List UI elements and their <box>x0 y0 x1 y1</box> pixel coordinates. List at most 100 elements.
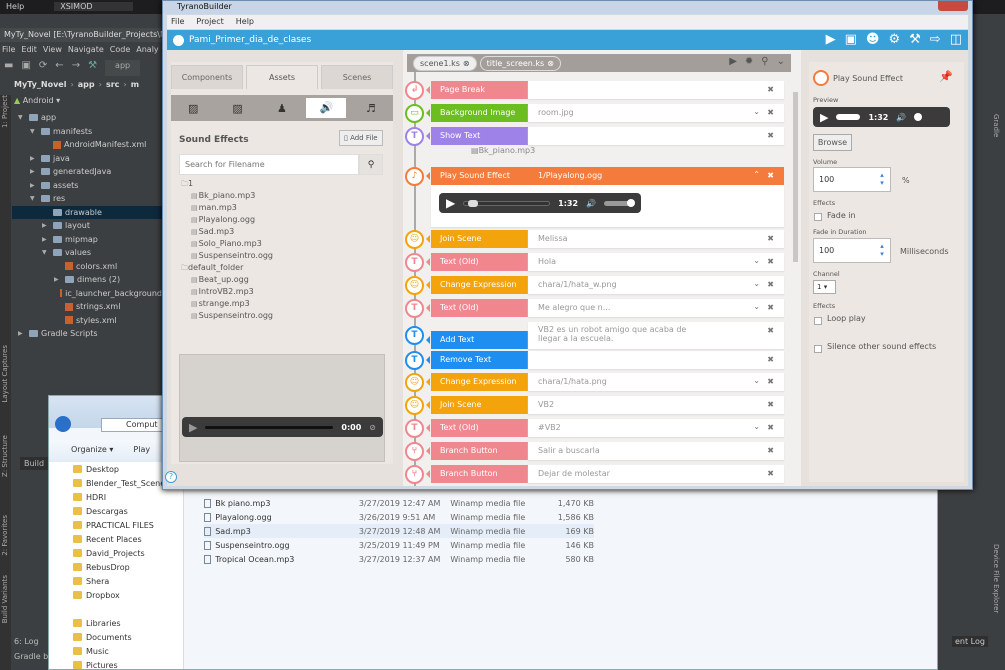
expand-arrow-icon[interactable]: ▶ <box>30 182 38 189</box>
tree-item[interactable]: ▶ dimens (2) <box>12 273 162 287</box>
delete-icon[interactable]: ✖ <box>767 131 774 140</box>
file-row[interactable]: Tropical Ocean.mp3 3/27/2019 12:37 AM Wina… <box>204 552 594 566</box>
component-value[interactable]: VB2 es un robot amigo que acaba de llega… <box>528 322 784 349</box>
sound-file-item[interactable]: Sad.mp3 <box>181 227 381 239</box>
export-icon[interactable]: ⇨ <box>930 32 941 47</box>
filename-search-input[interactable] <box>179 154 359 175</box>
scrollbar[interactable] <box>792 86 799 486</box>
sidebar-item[interactable]: Documents <box>49 630 183 644</box>
expand-arrow-icon[interactable]: ▶ <box>30 155 38 162</box>
play-button[interactable]: Play <box>133 445 150 457</box>
menu-item-project[interactable]: Project <box>196 17 223 27</box>
component-row[interactable]: T Text (Old) Hola ⌄ ✖ <box>403 253 789 272</box>
sidebar-item[interactable]: HDRI <box>49 490 183 504</box>
sound-file-item[interactable]: Beat_up.ogg <box>181 275 381 287</box>
side-tab[interactable]: Build Variants <box>1 575 9 623</box>
chevron-up-icon[interactable]: ⌃ <box>753 170 760 179</box>
sidebar-item[interactable]: RebusDrop <box>49 560 183 574</box>
delete-icon[interactable]: ✖ <box>767 446 774 455</box>
sound-effects-icon[interactable]: 🔊 <box>306 98 347 118</box>
fade-in-checkbox[interactable] <box>814 213 822 221</box>
menu-item-navigate[interactable]: Navigate <box>68 45 104 55</box>
component-row[interactable]: ↲ Page Break ✖ <box>403 81 789 100</box>
close-button[interactable] <box>938 1 968 11</box>
background-image-icon[interactable]: ▨ <box>173 102 213 115</box>
component-label[interactable]: Join Scene <box>426 230 528 248</box>
delete-icon[interactable]: ✖ <box>767 257 774 266</box>
file-row[interactable]: Playalong.ogg 3/26/2019 9:51 AM Winamp med… <box>204 510 594 524</box>
tree-item[interactable]: ▶ Gradle Scripts <box>12 327 162 341</box>
component-label[interactable]: Show Text <box>426 127 528 145</box>
build-tab[interactable]: Build <box>20 457 49 470</box>
volume-slider[interactable] <box>604 198 635 207</box>
help-menu[interactable]: Help <box>6 2 24 11</box>
component-row[interactable]: ⑂ Branch Button Dejar de molestar ✖ <box>403 465 789 484</box>
volume-slider[interactable] <box>914 113 923 121</box>
sidebar-item[interactable]: Libraries <box>49 616 183 630</box>
tree-item[interactable]: ic_launcher_background <box>12 287 162 301</box>
breadcrumb-item[interactable]: src <box>106 80 119 89</box>
add-file-button[interactable]: ▯ Add File <box>339 130 383 146</box>
sidebar-item[interactable]: Shera <box>49 574 183 588</box>
volume-thumb[interactable] <box>626 198 635 207</box>
tree-item[interactable]: AndroidManifest.xml <box>12 138 162 152</box>
delete-icon[interactable]: ✖ <box>767 400 774 409</box>
component-value[interactable]: 1/Playalong.ogg ⌃ ✖ <box>528 167 784 185</box>
delete-icon[interactable]: ✖ <box>767 85 774 94</box>
event-log-tab[interactable]: ent Log <box>952 636 988 647</box>
characters-icon[interactable]: ☻ <box>866 32 880 47</box>
delete-icon[interactable]: ✖ <box>767 108 774 117</box>
side-tab[interactable]: 2: Favorites <box>1 515 9 556</box>
component-row[interactable]: ⑂ Branch Button Salir a buscarla ✖ <box>403 442 789 461</box>
component-label[interactable]: Text (Old) <box>426 299 528 317</box>
tree-item[interactable]: ▼ values <box>12 246 162 260</box>
help-icon[interactable]: ? <box>165 471 177 483</box>
chevron-down-icon[interactable]: ⌄ <box>753 376 760 385</box>
sidebar-item[interactable]: Descargas <box>49 504 183 518</box>
chevron-down-icon[interactable]: ⌄ <box>753 279 760 288</box>
organize-button[interactable]: Organize ▾ <box>71 445 113 457</box>
sidebar-item[interactable]: Music <box>49 644 183 658</box>
expand-arrow-icon[interactable]: ▶ <box>42 222 50 229</box>
device-file-explorer-tab[interactable]: Device File Explorer <box>992 544 1000 613</box>
component-label[interactable]: Text (Old) <box>426 253 528 271</box>
file-row[interactable]: Sad.mp3 3/27/2019 12:48 AM Winamp media fi… <box>204 524 594 538</box>
pin-icon[interactable]: 📌 <box>939 70 953 83</box>
volume-icon[interactable]: 🔊 <box>896 113 906 122</box>
fade-duration-spinner[interactable]: 100 <box>813 238 891 263</box>
menu-item-code[interactable]: Code <box>110 45 130 55</box>
side-tab[interactable]: Layout Captures <box>1 345 9 403</box>
side-tab[interactable]: Z: Structure <box>1 435 9 477</box>
expand-arrow-icon[interactable]: ▶ <box>30 168 38 175</box>
sync-icon[interactable]: ⟳ <box>39 60 47 76</box>
menu-item-edit[interactable]: Edit <box>21 45 37 55</box>
sound-file-item[interactable]: Suspenseintro.ogg <box>181 251 381 263</box>
component-row[interactable]: ☺ Join Scene VB2 ✖ <box>403 396 789 415</box>
seek-bar[interactable] <box>836 114 861 120</box>
component-label[interactable]: Add Text <box>426 331 528 349</box>
file-row[interactable]: Bk piano.mp3 3/27/2019 12:47 AM Winamp med… <box>204 496 594 510</box>
debug-bug-icon[interactable]: ✹ <box>745 56 753 67</box>
build-hammer-icon[interactable]: ⚒ <box>88 60 97 76</box>
menu-item-help[interactable]: Help <box>236 17 254 27</box>
component-value[interactable]: Hola ⌄ ✖ <box>528 253 784 271</box>
delete-icon[interactable]: ✖ <box>767 377 774 386</box>
tree-item[interactable]: ▶ java <box>12 152 162 166</box>
play-icon[interactable]: ▶ <box>446 196 455 210</box>
music-icon[interactable]: ♬ <box>351 102 391 115</box>
component-row[interactable]: T Remove Text ✖ <box>403 351 789 370</box>
component-value[interactable]: ✖ <box>528 351 784 369</box>
mute-icon[interactable]: ⊘ <box>369 423 376 432</box>
delete-icon[interactable]: ✖ <box>767 326 774 335</box>
tree-item[interactable]: colors.xml <box>12 260 162 274</box>
tree-item[interactable]: ▶ mipmap <box>12 233 162 247</box>
component-label[interactable]: Branch Button <box>426 442 528 460</box>
tree-item[interactable]: ▼ app <box>12 111 162 125</box>
expand-arrow-icon[interactable]: ▶ <box>18 330 26 337</box>
preview-play-icon[interactable]: ▶ <box>729 56 737 67</box>
component-value[interactable]: Me alegro que n... ⌄ ✖ <box>528 299 784 317</box>
delete-icon[interactable]: ✖ <box>767 423 774 432</box>
expand-arrow-icon[interactable]: ▼ <box>30 195 38 202</box>
component-row[interactable]: ☺ Join Scene Melissa ✖ <box>403 230 789 249</box>
silence-checkbox[interactable] <box>814 345 822 353</box>
